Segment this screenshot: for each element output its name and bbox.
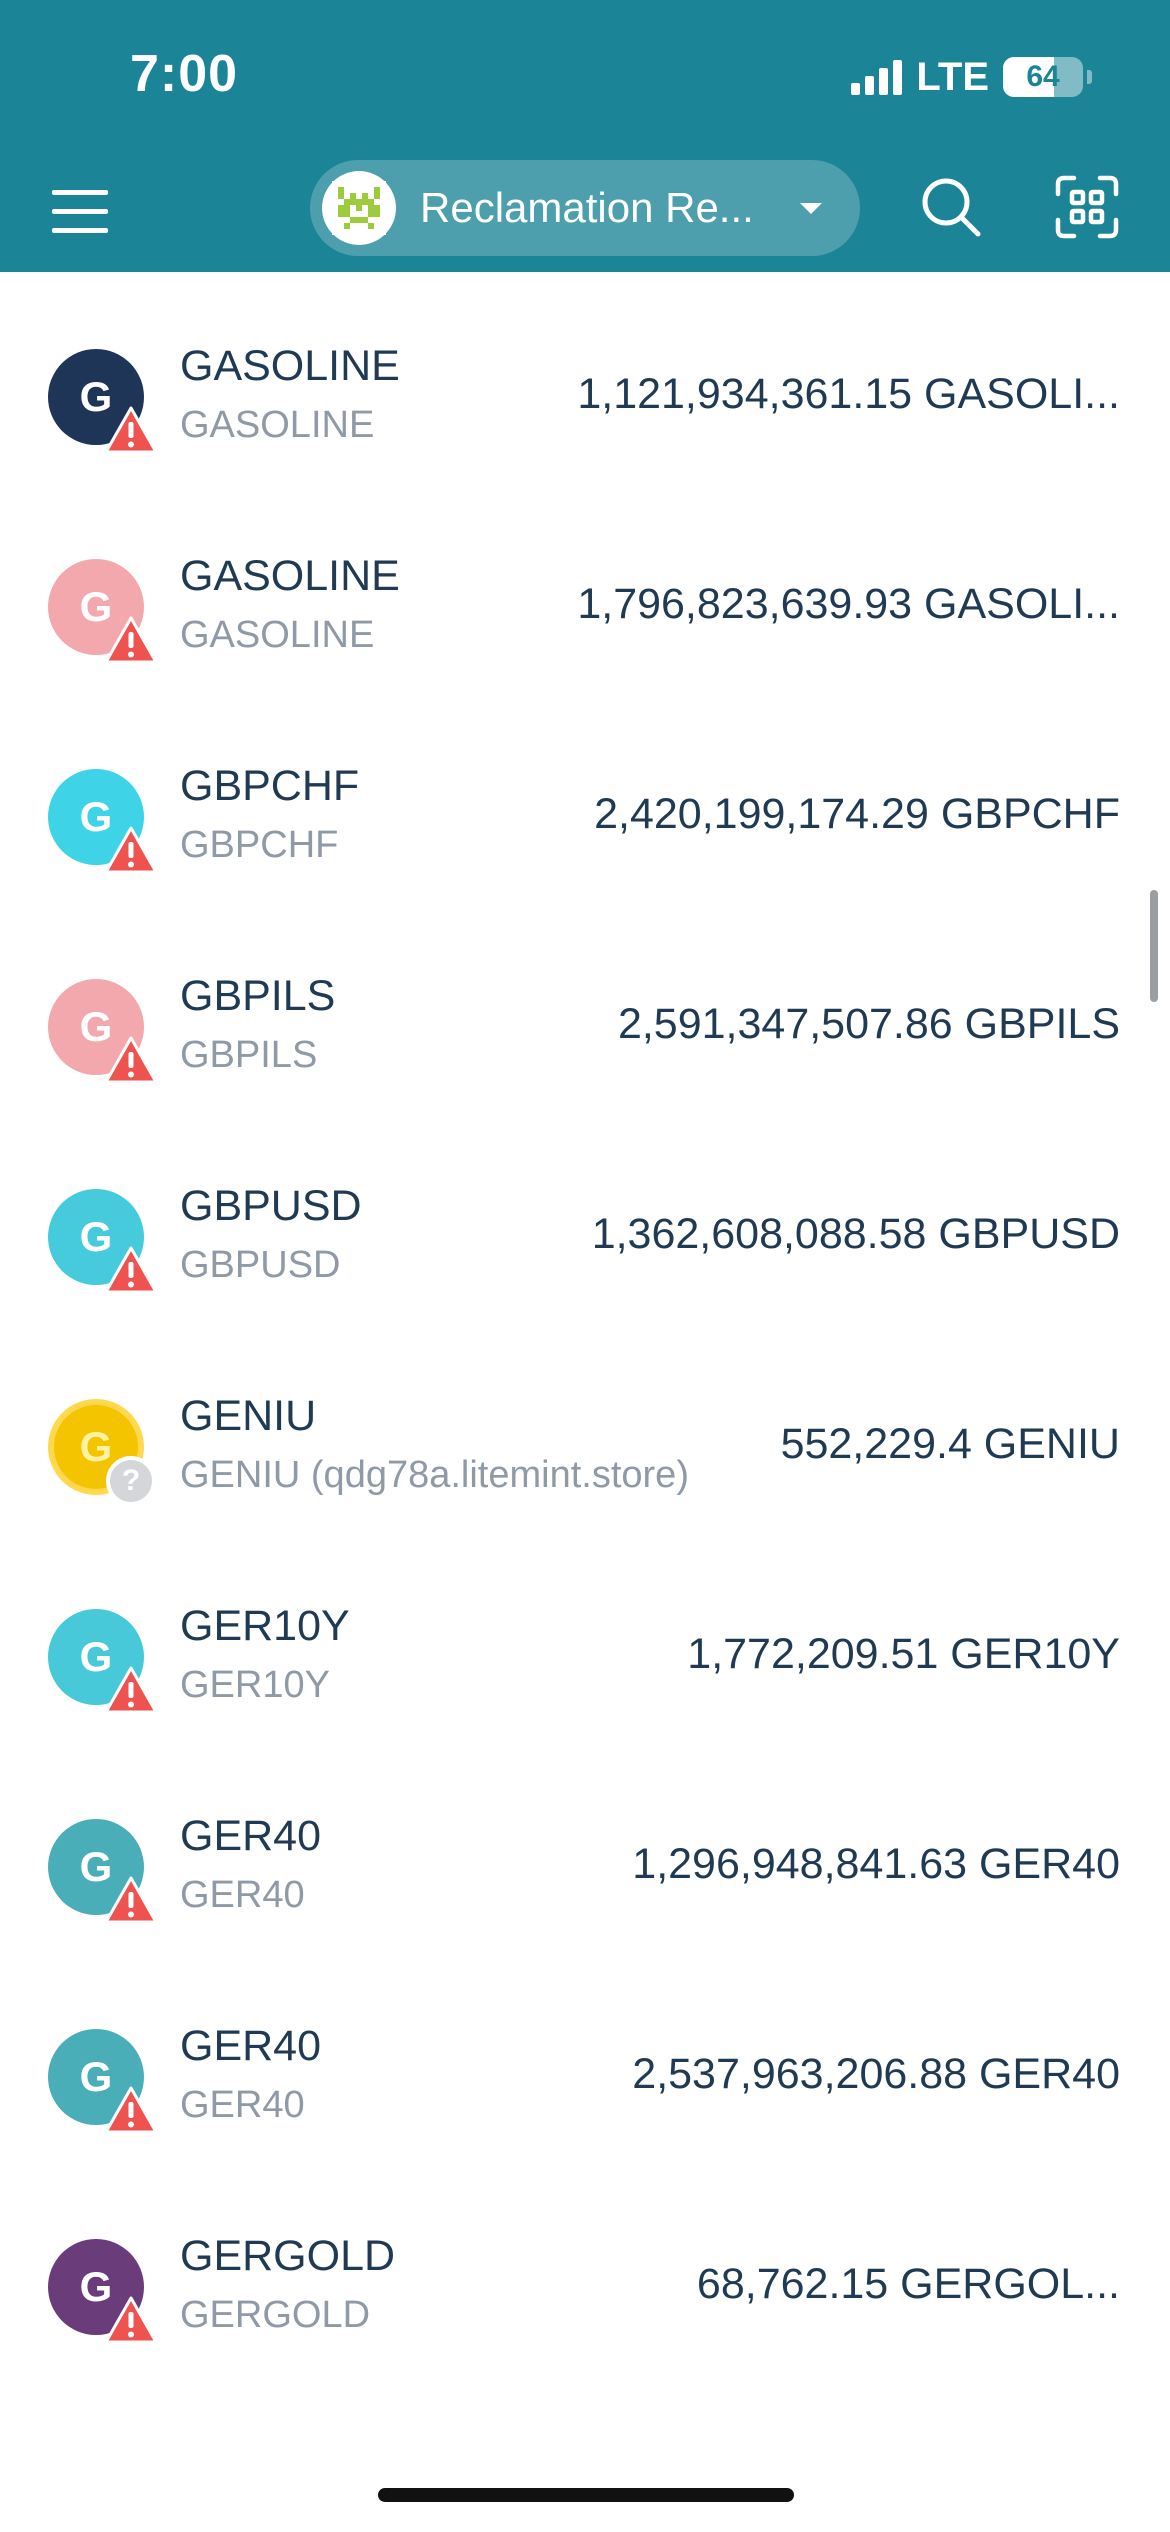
network-type: LTE xyxy=(916,54,989,99)
asset-row[interactable]: G GBPUSD GBPUSD 1,362,608,088.58 GBPUSD xyxy=(0,1112,1170,1322)
warning-icon xyxy=(104,2086,158,2134)
asset-balance: 2,537,963,206.88 GER40 xyxy=(632,2050,1120,2098)
identicon-avatar xyxy=(322,171,396,245)
qr-scan-icon[interactable] xyxy=(1054,174,1120,240)
asset-row[interactable]: G GERGOLD GERGOLD 68,762.15 GERGOL... xyxy=(0,2162,1170,2372)
asset-issuer: GER40 xyxy=(180,2084,305,2126)
asset-balance: 2,591,347,507.86 GBPILS xyxy=(617,1000,1120,1048)
warning-icon xyxy=(104,1876,158,1924)
asset-issuer: GASOLINE xyxy=(180,404,375,446)
asset-row[interactable]: G GBPILS GBPILS 2,591,347,507.86 GBPILS xyxy=(0,902,1170,1112)
home-indicator xyxy=(378,2488,794,2502)
asset-row[interactable]: G GER40 GER40 1,296,948,841.63 GER40 xyxy=(0,1742,1170,1952)
asset-code: GER10Y xyxy=(180,1602,350,1650)
asset-row[interactable]: G GASOLINE GASOLINE 1,796,823,639.93 GASOLI… xyxy=(0,482,1170,692)
asset-code: GER40 xyxy=(180,2022,322,2070)
asset-issuer: GBPUSD xyxy=(180,1244,341,1286)
caret-down-icon xyxy=(800,202,822,214)
warning-icon xyxy=(104,1666,158,1714)
battery-icon: 64 xyxy=(1003,57,1083,97)
asset-row[interactable]: G GBPCHF GBPCHF 2,420,199,174.29 GBPCHF xyxy=(0,692,1170,902)
asset-code: GBPUSD xyxy=(180,1182,362,1230)
search-icon[interactable] xyxy=(918,174,984,240)
status-indicators: LTE 64 xyxy=(851,52,1092,102)
app-header: 7:00 LTE 64 Reclamation Re... xyxy=(0,0,1170,272)
asset-balance: 68,762.15 GERGOL... xyxy=(696,2260,1120,2308)
account-switcher[interactable]: Reclamation Re... xyxy=(310,160,860,256)
warning-icon xyxy=(104,406,158,454)
nav-bar: Reclamation Re... xyxy=(0,150,1170,272)
status-bar: 7:00 LTE 64 xyxy=(0,0,1170,150)
asset-issuer: GERGOLD xyxy=(180,2294,371,2336)
asset-row[interactable]: G GER10Y GER10Y 1,772,209.51 GER10Y xyxy=(0,1532,1170,1742)
asset-row[interactable]: G? GENIU GENIU (qdg78a.litemint.store) 552,… xyxy=(0,1322,1170,1532)
warning-icon xyxy=(104,1036,158,1084)
asset-balance: 1,796,823,639.93 GASOLI... xyxy=(577,580,1120,628)
battery-tip xyxy=(1087,70,1092,84)
battery-percent: 64 xyxy=(1026,60,1060,93)
asset-balance: 1,121,934,361.15 GASOLI... xyxy=(577,370,1120,418)
warning-icon xyxy=(104,616,158,664)
asset-code: GERGOLD xyxy=(180,2232,396,2280)
status-time: 7:00 xyxy=(130,45,239,103)
asset-code: GBPILS xyxy=(180,972,336,1020)
asset-balance: 1,296,948,841.63 GER40 xyxy=(632,1840,1120,1888)
account-name: Reclamation Re... xyxy=(420,184,754,231)
asset-issuer: GENIU (qdg78a.litemint.store) xyxy=(180,1454,689,1496)
asset-code: GASOLINE xyxy=(180,342,400,390)
asset-issuer: GASOLINE xyxy=(180,614,375,656)
asset-issuer: GER40 xyxy=(180,1874,305,1916)
asset-balance: 1,362,608,088.58 GBPUSD xyxy=(591,1210,1120,1258)
asset-issuer: GBPCHF xyxy=(180,824,339,866)
asset-code: GER40 xyxy=(180,1812,322,1860)
cellular-signal-icon xyxy=(851,59,903,95)
asset-code: GENIU xyxy=(180,1392,317,1440)
asset-issuer: GER10Y xyxy=(180,1664,330,1706)
question-icon: ? xyxy=(106,1456,156,1506)
asset-list: G GASOLINE GASOLINE 1,121,934,361.15 GASOLI… xyxy=(0,272,1170,2372)
asset-row[interactable]: G GER40 GER40 2,537,963,206.88 GER40 xyxy=(0,1952,1170,2162)
asset-issuer: GBPILS xyxy=(180,1034,318,1076)
asset-balance: 1,772,209.51 GER10Y xyxy=(687,1630,1120,1678)
asset-code: GASOLINE xyxy=(180,552,400,600)
asset-balance: 552,229.4 GENIU xyxy=(780,1420,1120,1468)
warning-icon xyxy=(104,1246,158,1294)
scrollbar[interactable] xyxy=(1150,890,1158,1002)
asset-balance: 2,420,199,174.29 GBPCHF xyxy=(594,790,1120,838)
hamburger-menu-icon[interactable] xyxy=(52,178,118,244)
asset-code: GBPCHF xyxy=(180,762,360,810)
asset-row[interactable]: G GASOLINE GASOLINE 1,121,934,361.15 GASOLI… xyxy=(0,272,1170,482)
warning-icon xyxy=(104,2296,158,2344)
warning-icon xyxy=(104,826,158,874)
